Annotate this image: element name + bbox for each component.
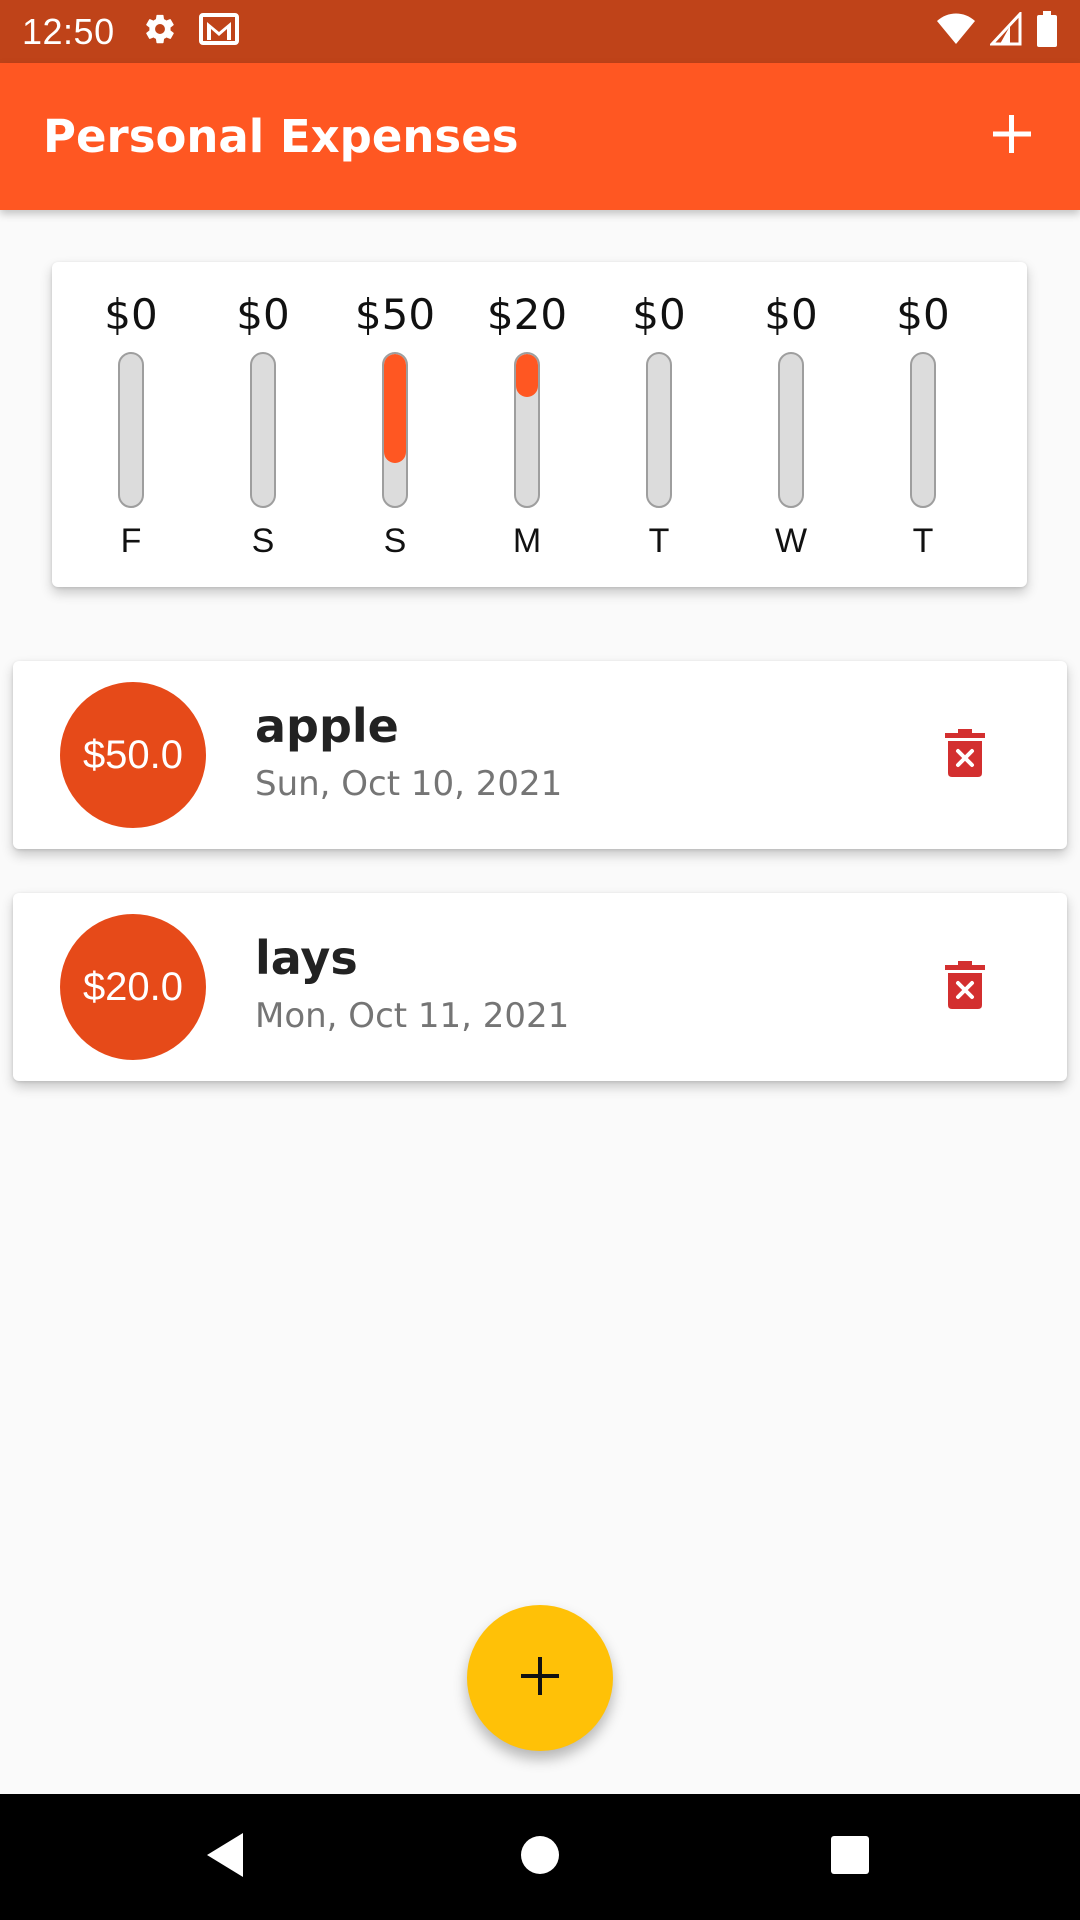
chart-amount-label: $0 [104,290,158,339]
transaction-title: lays [255,931,358,985]
chart-bar-track [646,352,672,508]
system-nav-bar [0,1794,1080,1920]
chart-bar-column: $0 W [725,262,857,587]
chart-bar-column: $0 T [593,262,725,587]
add-transaction-button[interactable] [977,102,1047,172]
back-button[interactable] [192,1824,258,1890]
chart-day-label: W [774,522,808,560]
add-fab-button[interactable] [467,1605,613,1751]
gmail-icon [198,12,239,51]
chart-bar-track [514,352,540,508]
delete-button[interactable] [935,725,995,785]
chart-day-label: M [512,522,542,560]
chart-bar-track [250,352,276,508]
chart-day-label: S [251,522,275,560]
delete-forever-icon [945,960,985,1014]
transaction-date: Sun, Oct 10, 2021 [255,764,563,804]
transaction-card: $20.0 lays Mon, Oct 11, 2021 [13,893,1067,1081]
status-bar: 12:50 [0,0,1080,63]
chart-bar-column: $50 S [329,262,461,587]
chart-amount-label: $0 [764,290,818,339]
chart-day-label: S [383,522,407,560]
chart-bar-track [778,352,804,508]
chart-bar-track [382,352,408,508]
chart-bar-column: $0 S [197,262,329,587]
chart-amount-label: $0 [632,290,686,339]
status-left-icons [143,12,239,51]
gear-icon [143,12,177,51]
signal-icon [988,10,1022,51]
amount-avatar: $50.0 [60,682,206,828]
chart-bar-track [118,352,144,508]
chart-day-label: T [648,522,670,560]
chart-amount-label: $50 [354,290,436,339]
chart-day-label: T [912,522,934,560]
home-icon [520,1835,560,1880]
weekly-chart-card: $0 F $0 S $50 S $20 M $0 T $0 W $0 T [52,262,1027,587]
battery-icon [1036,11,1058,52]
amount-label: $50.0 [82,732,184,777]
delete-forever-icon [945,728,985,782]
screen: 12:50 Personal Expenses $0 F $0 S $50 S … [0,0,1080,1920]
chart-bar-fill [384,354,406,463]
chart-amount-label: $0 [896,290,950,339]
transaction-date: Mon, Oct 11, 2021 [255,996,570,1036]
chart-amount-label: $0 [236,290,290,339]
wifi-icon [936,12,976,51]
chart-amount-label: $20 [486,290,568,339]
chart-bar-fill [516,354,538,398]
status-right-icons [936,10,1058,52]
chart-bar-track [910,352,936,508]
chart-bar-column: $20 M [461,262,593,587]
delete-button[interactable] [935,957,995,1017]
add-icon [518,1654,562,1703]
transaction-card: $50.0 apple Sun, Oct 10, 2021 [13,661,1067,849]
page-title: Personal Expenses [43,110,519,163]
chart-bar-column: $0 T [857,262,989,587]
recents-button[interactable] [817,1824,883,1890]
status-time: 12:50 [22,10,115,52]
amount-avatar: $20.0 [60,914,206,1060]
back-icon [203,1831,247,1884]
add-icon [991,113,1033,160]
chart-day-label: F [120,522,142,560]
chart-bar-column: $0 F [65,262,197,587]
transaction-title: apple [255,699,399,753]
amount-label: $20.0 [82,964,184,1009]
recents-icon [829,1834,871,1881]
home-button[interactable] [507,1824,573,1890]
app-bar: Personal Expenses [0,63,1080,210]
